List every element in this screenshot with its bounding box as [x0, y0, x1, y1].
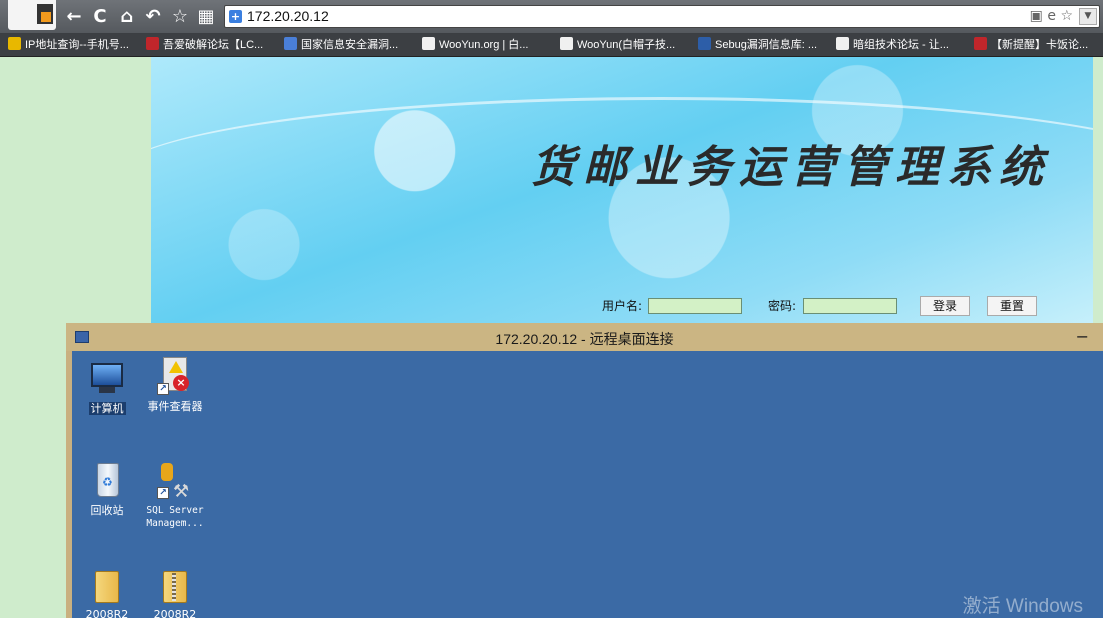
refresh-icon[interactable]: C	[89, 6, 111, 28]
address-dropdown-icon[interactable]: ▼	[1079, 8, 1097, 25]
recycle-bin-icon: ♻	[87, 461, 127, 501]
bookmark-favicon-icon	[146, 37, 159, 50]
bookmark-item[interactable]: WooYun(白帽子技...	[560, 37, 675, 53]
desktop-icon-label: 计算机	[88, 402, 126, 415]
desktop-icon-label: 2008R2	[153, 608, 197, 618]
url-tools: ▣ e ☆	[1030, 8, 1073, 24]
computer-icon	[87, 357, 127, 397]
desktop-icon-sql-server[interactable]: ⚒ ↗ SQL Server Managem...	[140, 461, 210, 530]
desktop-icon-label: 2008R2	[85, 608, 129, 618]
page-security-icon: +	[229, 10, 242, 23]
bookmark-item[interactable]: 【新提醒】卡饭论...	[974, 37, 1088, 53]
minimize-button[interactable]: −	[1076, 327, 1089, 346]
desktop-icon-label: 事件查看器	[147, 400, 203, 413]
home-icon[interactable]: ⌂	[116, 6, 138, 28]
desktop-icon-computer[interactable]: 计算机	[72, 357, 142, 416]
password-input[interactable]	[803, 298, 897, 314]
browser-logo-icon[interactable]	[8, 0, 56, 30]
bookmark-favicon-icon	[284, 37, 297, 50]
remote-desktop: 计算机 × ↗ 事件查看器 ♻ 回收站 ⚒ ↗ SQL Server Managem…	[72, 351, 1103, 618]
desktop-icon-label: SQL Server Managem...	[146, 505, 204, 529]
bookmark-item[interactable]: IP地址查询--手机号...	[8, 37, 129, 53]
qr-icon[interactable]: ▣	[1030, 8, 1043, 24]
address-bar[interactable]: + 172.20.20.12 ▣ e ☆ ▼	[224, 5, 1100, 28]
desktop-icon-recycle-bin[interactable]: ♻ 回收站	[72, 461, 142, 517]
sql-server-icon: ⚒ ↗	[155, 461, 195, 502]
event-viewer-icon: × ↗	[155, 357, 195, 397]
favorite-star-icon[interactable]: ☆	[1060, 8, 1073, 24]
bookmark-item[interactable]: Sebug漏洞信息库: ...	[698, 37, 817, 53]
bookmark-favicon-icon	[974, 37, 987, 50]
activation-watermark: 激活 Windows	[962, 596, 1083, 617]
remote-desktop-window: 172.20.20.12 - 远程桌面连接 − 计算机 × ↗ 事件查看器 ♻ 回…	[66, 323, 1103, 618]
bookmark-favicon-icon	[560, 37, 573, 50]
password-label: 密码:	[768, 299, 797, 313]
bookmark-favicon-icon	[8, 37, 21, 50]
rdp-titlebar[interactable]: 172.20.20.12 - 远程桌面连接 −	[66, 323, 1103, 351]
login-banner: 货邮业务运营管理系统 用户名: 密码: 登录 重置	[151, 57, 1093, 325]
apps-icon[interactable]: ▦	[195, 6, 217, 28]
desktop-icon-event-viewer[interactable]: × ↗ 事件查看器	[140, 357, 210, 413]
desktop-icon-label: 回收站	[90, 504, 124, 517]
login-button[interactable]: 登录	[920, 296, 970, 316]
ie-icon[interactable]: e	[1047, 8, 1056, 24]
desktop-icon-zip-folder[interactable]: 2008R2	[140, 565, 210, 618]
bookmark-favicon-icon	[422, 37, 435, 50]
bookmark-item[interactable]: 国家信息安全漏洞...	[284, 37, 398, 53]
bookmark-item[interactable]: WooYun.org | 白...	[422, 37, 528, 53]
undo-icon[interactable]: ↶	[142, 6, 164, 28]
folder-icon	[87, 565, 127, 605]
page-title: 货邮业务运营管理系统	[531, 142, 1051, 193]
star-icon[interactable]: ☆	[169, 6, 191, 28]
bookmark-item[interactable]: 暗组技术论坛 - 让...	[836, 37, 949, 53]
bookmark-favicon-icon	[836, 37, 849, 50]
rdp-title-text: 172.20.20.12 - 远程桌面连接	[495, 331, 674, 347]
reset-button[interactable]: 重置	[987, 296, 1037, 316]
back-icon[interactable]: ←	[63, 6, 85, 28]
bookmark-item[interactable]: 吾爱破解论坛【LC...	[146, 37, 263, 53]
desktop-icon-folder[interactable]: 2008R2	[72, 565, 142, 618]
bookmarks-bar: IP地址查询--手机号... 吾爱破解论坛【LC... 国家信息安全漏洞... …	[0, 34, 1103, 57]
bookmark-favicon-icon	[698, 37, 711, 50]
zip-folder-icon	[155, 565, 195, 605]
url-text[interactable]: 172.20.20.12	[247, 8, 329, 24]
username-input[interactable]	[648, 298, 742, 314]
browser-toolbar: ← C ⌂ ↶ ☆ ▦ + 172.20.20.12 ▣ e ☆ ▼	[0, 0, 1103, 34]
username-label: 用户名:	[602, 299, 643, 313]
